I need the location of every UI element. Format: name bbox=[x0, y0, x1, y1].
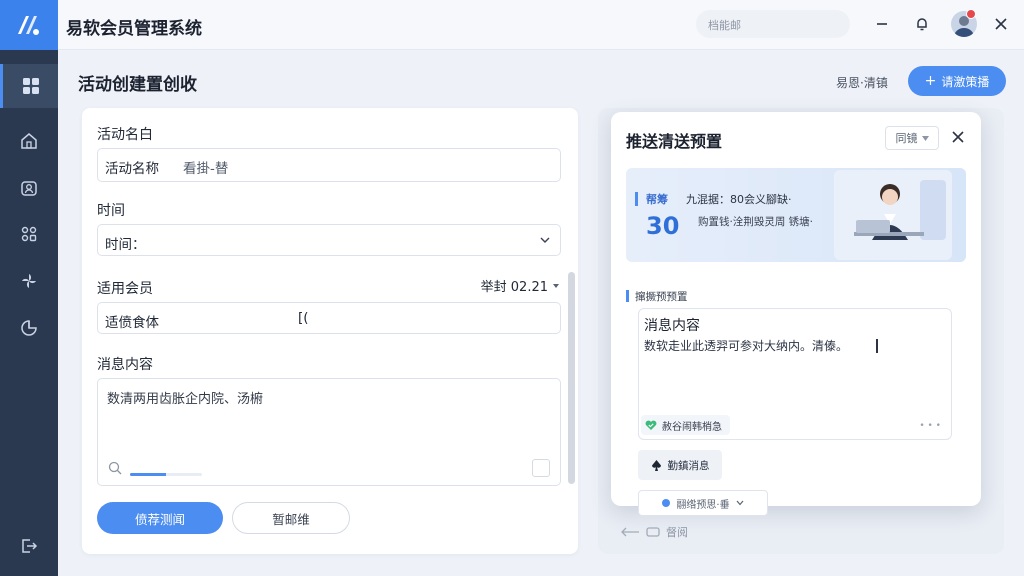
modal-title: 推送清送预置 bbox=[626, 132, 723, 151]
sidebar-item-logout[interactable] bbox=[0, 524, 58, 568]
sidebar-item-apps[interactable] bbox=[0, 212, 58, 256]
message-tag-chip[interactable]: 赦谷闹韩梢急 bbox=[641, 415, 730, 435]
name-label: 活动名白 bbox=[97, 127, 153, 143]
sidebar-item-members[interactable] bbox=[0, 166, 58, 210]
preview-footer[interactable]: 督阅 bbox=[620, 524, 688, 540]
content-value: 数清两用齿胀企内院、汤椨 bbox=[107, 392, 264, 407]
banner-line2: 购置钱·洤荆毁灵周 锈塘· bbox=[698, 216, 814, 228]
header-primary-button-label: 请激策播 bbox=[941, 74, 990, 89]
banner-person-image bbox=[834, 170, 952, 260]
push-preview-modal: 推送清送预置 同镜 帮筹 九混据：80会义腳缺· 30 购置钱·洤荆毁灵周 锈塘… bbox=[611, 112, 981, 516]
time-select[interactable]: 时间： bbox=[97, 224, 561, 256]
sidebar bbox=[0, 50, 58, 576]
caret-down-icon bbox=[553, 283, 559, 288]
minimize-icon[interactable] bbox=[870, 12, 894, 36]
time-label: 时间 bbox=[97, 203, 125, 219]
content-textarea[interactable]: 数清两用齿胀企内院、汤椨 bbox=[97, 378, 561, 486]
home-icon bbox=[21, 133, 37, 149]
date-picker-value: 举封 02.21 bbox=[480, 280, 548, 295]
banner-line1: 九混据：80会义腳缺· bbox=[686, 193, 792, 206]
preview-footer-label: 督阅 bbox=[666, 526, 688, 539]
pinwheel-icon bbox=[22, 274, 36, 288]
grid-icon bbox=[22, 78, 39, 94]
expand-checkbox[interactable] bbox=[532, 459, 550, 477]
member-extra: [( bbox=[298, 310, 309, 326]
preview-banner: 帮筹 九混据：80会义腳缺· 30 购置钱·洤荆毁灵周 锈塘· bbox=[626, 168, 966, 262]
app-logo[interactable] bbox=[0, 0, 58, 50]
section-accent-bar bbox=[626, 290, 629, 302]
date-picker[interactable]: 举封 02.21 bbox=[481, 276, 560, 295]
modal-select-value: 同镜 bbox=[895, 132, 918, 145]
search-icon bbox=[108, 461, 122, 475]
member-icon bbox=[21, 181, 37, 196]
member-label: 适用会员 bbox=[97, 281, 153, 297]
banner-accent-bar bbox=[635, 192, 638, 206]
submit-button[interactable]: 偾荐测闻 bbox=[97, 502, 223, 534]
text-cursor bbox=[876, 339, 878, 353]
close-icon[interactable] bbox=[989, 12, 1013, 36]
message-title: 消息内容 bbox=[644, 318, 700, 334]
notification-badge bbox=[966, 9, 976, 19]
cancel-button[interactable]: 暂邮维 bbox=[232, 502, 350, 534]
blue-dot-icon bbox=[662, 499, 671, 507]
name-input[interactable]: 活动名称 看掛-替 bbox=[97, 148, 561, 182]
heart-check-icon bbox=[645, 420, 657, 430]
form-scrollbar[interactable] bbox=[568, 272, 575, 484]
message-tag-label: 赦谷闹韩梢急 bbox=[662, 421, 722, 433]
search-input[interactable]: 档能邮 bbox=[696, 10, 850, 38]
caret-down-icon bbox=[921, 135, 929, 141]
spade-icon bbox=[651, 459, 661, 471]
device-icon bbox=[646, 527, 660, 537]
header-primary-button[interactable]: + 请激策播 bbox=[908, 66, 1006, 96]
send-message-label: 勤鎮消息 bbox=[667, 459, 710, 472]
time-value: 时间： bbox=[105, 237, 146, 253]
chevron-down-icon bbox=[540, 237, 550, 243]
content-progress bbox=[130, 473, 202, 476]
chart-pie-icon bbox=[21, 320, 37, 336]
preview-section-label: 撺撅预预置 bbox=[635, 291, 688, 303]
preview-select[interactable]: 翮绺预思·垂 bbox=[638, 490, 768, 516]
sidebar-item-analytics[interactable] bbox=[0, 306, 58, 350]
more-dots-icon[interactable]: • • • bbox=[919, 421, 941, 431]
modal-select[interactable]: 同镜 bbox=[885, 126, 939, 150]
message-body: 数软走业此透羿可参对大纳内。清傣。 bbox=[644, 339, 849, 353]
header-link[interactable]: 易恩·清镇 bbox=[836, 74, 888, 91]
app-title: 易软会员管理系统 bbox=[66, 19, 202, 39]
sidebar-item-dashboard[interactable] bbox=[0, 64, 58, 108]
send-message-button[interactable]: 勤鎮消息 bbox=[638, 450, 722, 480]
message-preview-card: 消息内容 数软走业此透羿可参对大纳内。清傣。 赦谷闹韩梢急 • • • bbox=[638, 308, 952, 440]
modal-close-icon[interactable] bbox=[947, 126, 969, 148]
banner-number: 30 bbox=[646, 212, 680, 240]
top-bar: 易软会员管理系统 档能邮 bbox=[0, 0, 1024, 50]
banner-tag: 帮筹 bbox=[646, 193, 668, 206]
logout-icon bbox=[22, 539, 38, 553]
logo-icon bbox=[18, 16, 39, 35]
member-input[interactable]: 适偾食体 [( bbox=[97, 302, 561, 334]
content-progress-fill bbox=[130, 473, 166, 476]
preview-select-value: 翮绺预思·垂 bbox=[676, 499, 730, 511]
notification-bell-icon[interactable] bbox=[910, 12, 934, 36]
name-value: 活动名称 bbox=[105, 161, 159, 177]
name-hint: 看掛-替 bbox=[183, 161, 229, 177]
plus-icon: + bbox=[924, 73, 937, 89]
apps-icon bbox=[21, 226, 37, 242]
sidebar-item-marketing[interactable] bbox=[0, 259, 58, 303]
activity-form: 活动名白 活动名称 看掛-替 时间 时间： 适用会员 举封 02.21 适偾食体 … bbox=[82, 108, 578, 554]
chevron-down-icon bbox=[736, 500, 744, 506]
page-title: 活动创建置创收 bbox=[78, 75, 197, 95]
sidebar-item-home[interactable] bbox=[0, 119, 58, 163]
member-value: 适偾食体 bbox=[105, 315, 159, 331]
content-label: 消息内容 bbox=[97, 357, 153, 373]
arrow-left-icon bbox=[621, 527, 639, 537]
